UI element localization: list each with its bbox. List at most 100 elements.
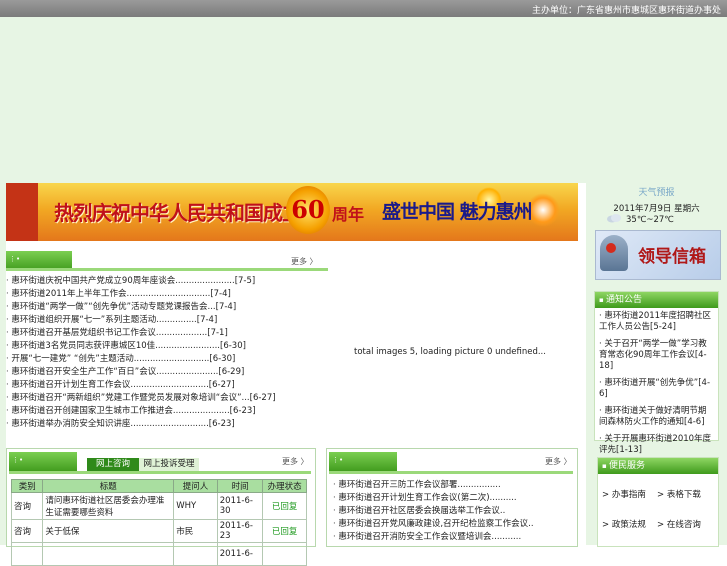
news2-dots: ........... [491, 532, 522, 542]
table-row[interactable]: 咨询 请问惠环街道社区居委会办理准生证需要哪些资料 WHY 2011-6-30 已回复 [10, 492, 307, 520]
news2-title[interactable]: 惠环街道召开消防安全工作会议暨培训会 [338, 532, 491, 542]
notice-date: [4-6] [684, 417, 705, 427]
news-item[interactable]: 惠环街道组织开展“七一”系列主题活动...............[7-4] [6, 314, 326, 327]
news2-dots: ................ [457, 480, 501, 490]
news2-item[interactable]: 惠环街道召开计划生育工作会议(第二次).......... [333, 492, 573, 505]
banner-60-emblem: 60 [286, 186, 330, 234]
news-title[interactable]: 惠环街道庆祝中国共产党成立90周年座谈会 [11, 276, 175, 286]
cell-title[interactable]: 请问惠环街道社区居委会办理准生证需要哪些资料 [42, 492, 175, 520]
news-more-link[interactable]: 更多 〉 [291, 256, 318, 267]
news-item[interactable]: 惠环街道召开基层党组织书记工作会议...................[7-1… [6, 327, 326, 340]
news-item[interactable]: 惠环街道召开创建国家卫生城市工作推进会.....................… [6, 405, 326, 418]
news2-item[interactable]: 惠环街道召开消防安全工作会议暨培训会........... [333, 531, 573, 544]
national-day-banner: 热烈庆祝中华人民共和国成立 60 周年 盛世中国 魅力惠州 [6, 183, 578, 241]
news2-list: 惠环街道召开三防工作会议部署................惠环街道召开计划生育… [333, 479, 573, 544]
news-title[interactable]: 惠环街道召开安全生产工作“百日”会议 [11, 367, 156, 377]
consult-more-link[interactable]: 更多 〉 [282, 456, 309, 467]
consult-underline [9, 471, 311, 474]
table-row[interactable]: 2011-6- [10, 542, 307, 566]
news2-title[interactable]: 惠环街道召开三防工作会议部署 [338, 480, 457, 490]
cell-status: 已回复 [262, 492, 307, 520]
column-header: 类别 [10, 479, 44, 493]
news-item[interactable]: 开展“七一建党” “创先”主题活动.......................… [6, 353, 326, 366]
news2-title[interactable]: 惠环街道召开党风廉政建设,召开纪检监察工作会议 [338, 519, 528, 529]
news-item[interactable]: 惠环街道召开安全生产工作“百日”会议......................… [6, 366, 326, 379]
news-item[interactable]: 惠环街道3名党员同志获评惠城区10佳......................… [6, 340, 326, 353]
cell-status: 已回复 [262, 519, 307, 543]
news-item[interactable]: 惠环街道庆祝中国共产党成立90周年座谈会....................… [6, 275, 326, 288]
news-title[interactable]: 惠环街道组织开展“七一”系列主题活动 [11, 315, 156, 325]
news2-title[interactable]: 惠环街道召开社区居委会换届选举工作会议 [338, 506, 500, 516]
news-dots: ....................... [156, 367, 219, 377]
cell-title[interactable] [42, 542, 175, 566]
banner-figure [6, 183, 38, 241]
news-dots: ............................. [130, 380, 209, 390]
notice-date: [5-24] [650, 322, 676, 332]
mailbox-label: 领导信箱 [638, 247, 706, 267]
header-flash-area [0, 17, 727, 183]
news2-item[interactable]: 惠环街道召开党风廉政建设,召开纪检监察工作会议.. [333, 518, 573, 531]
service-link[interactable]: > 表格下载 [657, 488, 701, 500]
notice-item[interactable]: 惠环街道关于做好清明节期间森林防火工作的通知[4-6] [599, 406, 714, 428]
tab-online-consult[interactable]: 网上咨询 [87, 458, 139, 471]
news-date: [7-4] [210, 289, 231, 299]
cell-title[interactable]: 关于低保 [42, 519, 175, 543]
news-item[interactable]: 惠环街道举办消防安全知识讲座..........................… [6, 418, 326, 431]
news-title[interactable]: 惠环街道召开基层党组织书记工作会议 [11, 328, 156, 338]
news-section-underline [6, 268, 328, 271]
service-link[interactable]: > 在线咨询 [657, 518, 701, 530]
tab-online-complaint[interactable]: 网上投诉受理 [139, 458, 199, 471]
news-dots: ........................ [155, 341, 220, 351]
news-title[interactable]: 惠环街道2011年上半年工作会 [11, 289, 126, 299]
column-header: 办理状态 [262, 479, 307, 493]
notice-text[interactable]: 关于召开“两学一做”学习教育常态化90周年工作会议 [599, 339, 707, 360]
notice-date: [1-13] [616, 445, 642, 455]
news-title[interactable]: 开展“七一建党” “创先”主题活动 [11, 354, 133, 364]
cloud-icon [607, 214, 621, 223]
news2-item[interactable]: 惠环街道召开三防工作会议部署................ [333, 479, 573, 492]
news-date: [7-4] [215, 302, 237, 312]
notice-box: 通知公告 惠环街道2011年度招聘社区工作人员公告[5-24] 关于召开“两学一做… [594, 291, 719, 483]
news2-more-link[interactable]: 更多 〉 [545, 456, 572, 467]
news-title[interactable]: 惠环街道“两学一做”“创先争优”活动专题党课报告会 [11, 302, 207, 312]
notice-text[interactable]: 惠环街道开展“创先争优” [604, 378, 698, 388]
news-title[interactable]: 惠环街道召开计划生育工作会议 [11, 380, 130, 390]
news2-underline [329, 471, 573, 474]
banner-slogan-suffix: 周年 [332, 205, 365, 224]
news-date: [7-5] [234, 276, 256, 286]
news-title[interactable]: 惠环街道3名党员同志获评惠城区10佳 [11, 341, 155, 351]
notice-item[interactable]: 关于开展惠环街道2010年度评先[1-13] [599, 434, 714, 456]
banner-slogan-left: 热烈庆祝中华人民共和国成立 [54, 201, 302, 225]
notice-item[interactable]: 关于召开“两学一做”学习教育常态化90周年工作会议[4-18] [599, 339, 714, 372]
news2-title[interactable]: 惠环街道召开计划生育工作会议(第二次) [338, 493, 489, 503]
consult-tab-header[interactable]: ⋮• [9, 452, 77, 472]
news-title[interactable]: 惠环街道召开创建国家卫生城市工作推进会 [11, 406, 173, 416]
news-item[interactable]: 惠环街道召开“两新组织”党建工作暨党员发展对象培训“会议”...[6-27] [6, 392, 326, 405]
cell-status [262, 542, 307, 566]
news-date: [6-27] [249, 393, 276, 403]
news-item[interactable]: 惠环街道“两学一做”“创先争优”活动专题党课报告会...[7-4] [6, 301, 326, 314]
news-title[interactable]: 惠环街道召开“两新组织”党建工作暨党员发展对象培训“会议”... [11, 393, 249, 403]
cell-user: 市民 [173, 519, 218, 543]
slideshow-status: total images 5, loading picture 0 undefi… [354, 347, 546, 357]
tab-dots-icon: ⋮• [12, 456, 24, 464]
leader-mailbox-banner[interactable]: 领导信箱 [595, 230, 721, 280]
news-dots: ............... [156, 315, 197, 325]
news-title[interactable]: 惠环街道举办消防安全知识讲座 [11, 419, 130, 429]
news-date: [6-30] [209, 354, 236, 364]
top-bar: 主办单位：广东省惠州市惠城区惠环街道办事处 [0, 0, 727, 17]
service-link[interactable]: > 政策法规 [602, 518, 646, 530]
notice-item[interactable]: 惠环街道2011年度招聘社区工作人员公告[5-24] [599, 311, 714, 333]
table-row[interactable]: 咨询 关于低保 市民 2011-6-23 已回复 [10, 519, 307, 543]
news2-dots: .. [499, 506, 506, 516]
news-date: [6-23] [229, 406, 256, 416]
news-item[interactable]: 惠环街道召开计划生育工作会议..........................… [6, 379, 326, 392]
news-item[interactable]: 惠环街道2011年上半年工作会.........................… [6, 288, 326, 301]
news2-tab-header[interactable]: ⋮• [329, 452, 397, 472]
mailbox-flag-icon [606, 243, 616, 253]
column-header: 提问人 [173, 479, 218, 493]
cell-time: 2011-6- [216, 542, 264, 566]
service-link[interactable]: > 办事指南 [602, 488, 646, 500]
notice-item[interactable]: 惠环街道开展“创先争优”[4-6] [599, 378, 714, 400]
news2-item[interactable]: 惠环街道召开社区居委会换届选举工作会议.. [333, 505, 573, 518]
